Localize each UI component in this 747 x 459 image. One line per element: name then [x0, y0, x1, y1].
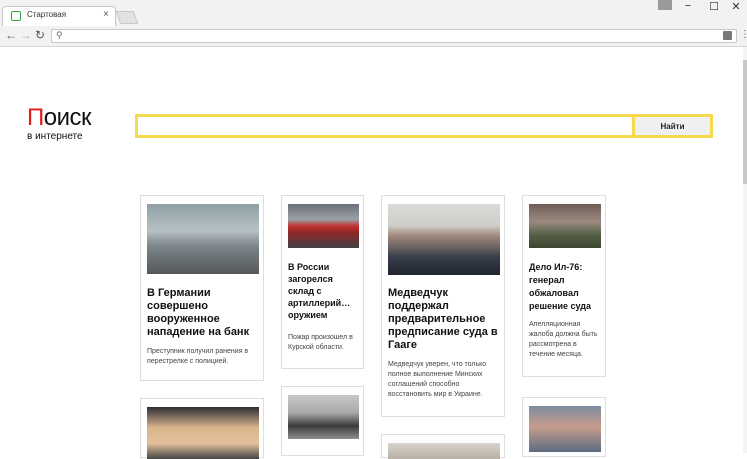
news-description: Пожар произошел в Курской области.	[288, 334, 353, 351]
news-card[interactable]: Дело Ил-76: генерал обжаловал решение су…	[522, 195, 606, 377]
back-arrow-icon[interactable]: ←	[5, 28, 17, 42]
news-image[interactable]	[529, 406, 601, 452]
browser-menu-icon[interactable]: ⋮	[740, 29, 747, 40]
news-description: Апелляционная жалоба должна быть рассмот…	[529, 321, 598, 358]
site-logo[interactable]: Поиск в интернете	[27, 104, 92, 143]
news-description: Преступник получил ранения в перестрелке…	[147, 348, 249, 365]
news-card[interactable]: Медведчук поддержал предварительное пред…	[381, 195, 505, 417]
news-card[interactable]	[522, 397, 606, 457]
news-image[interactable]	[288, 204, 359, 248]
logo-subtitle: в интернете	[27, 131, 83, 142]
news-title[interactable]: Дело Ил-76: генерал обжаловал решение су…	[529, 261, 601, 313]
minimize-window-button[interactable]: −	[677, 0, 699, 12]
search-input[interactable]	[138, 117, 632, 135]
scrollbar-thumb[interactable]	[743, 60, 747, 184]
browser-tab[interactable]: Стартовая ×	[2, 6, 116, 26]
news-card[interactable]	[281, 386, 364, 456]
news-card[interactable]: В России загорелся склад с артиллерий… о…	[281, 195, 364, 369]
search-bar: Найти	[135, 114, 713, 138]
translate-icon[interactable]	[723, 31, 732, 40]
news-image[interactable]	[388, 443, 500, 459]
tab-favicon-icon	[11, 11, 21, 21]
news-image[interactable]	[388, 204, 500, 275]
news-image[interactable]	[288, 395, 359, 439]
logo-wordmark: Поиск	[27, 104, 92, 131]
news-title[interactable]: Медведчук поддержал предварительное пред…	[388, 287, 500, 352]
search-icon: ⚲	[56, 30, 63, 40]
address-bar[interactable]: ⚲	[51, 29, 737, 43]
news-title[interactable]: В России загорелся склад с артиллерий… о…	[288, 261, 361, 321]
news-description: Медведчук уверен, что только полное выпо…	[388, 361, 487, 398]
news-card[interactable]	[140, 398, 264, 459]
news-image[interactable]	[147, 204, 259, 274]
news-card[interactable]	[381, 434, 505, 459]
browser-toolbar: ← → ↻ ⚲ ⋮	[0, 26, 747, 47]
close-window-button[interactable]: ✕	[725, 0, 747, 13]
browser-titlebar: Стартовая × − ☐ ✕	[0, 0, 747, 26]
user-profile-icon[interactable]	[658, 0, 672, 10]
new-tab-button[interactable]	[115, 11, 139, 24]
news-image[interactable]	[147, 407, 259, 459]
forward-arrow-icon[interactable]: →	[20, 28, 32, 42]
search-button[interactable]: Найти	[635, 117, 710, 135]
reload-icon[interactable]: ↻	[35, 28, 45, 42]
maximize-window-button[interactable]: ☐	[703, 0, 725, 13]
news-title[interactable]: В Германии совершено вооруженное нападен…	[147, 287, 259, 339]
tab-title: Стартовая	[27, 10, 67, 19]
close-tab-icon[interactable]: ×	[103, 9, 109, 20]
news-card[interactable]: В Германии совершено вооруженное нападен…	[140, 195, 264, 381]
news-image[interactable]	[529, 204, 601, 248]
